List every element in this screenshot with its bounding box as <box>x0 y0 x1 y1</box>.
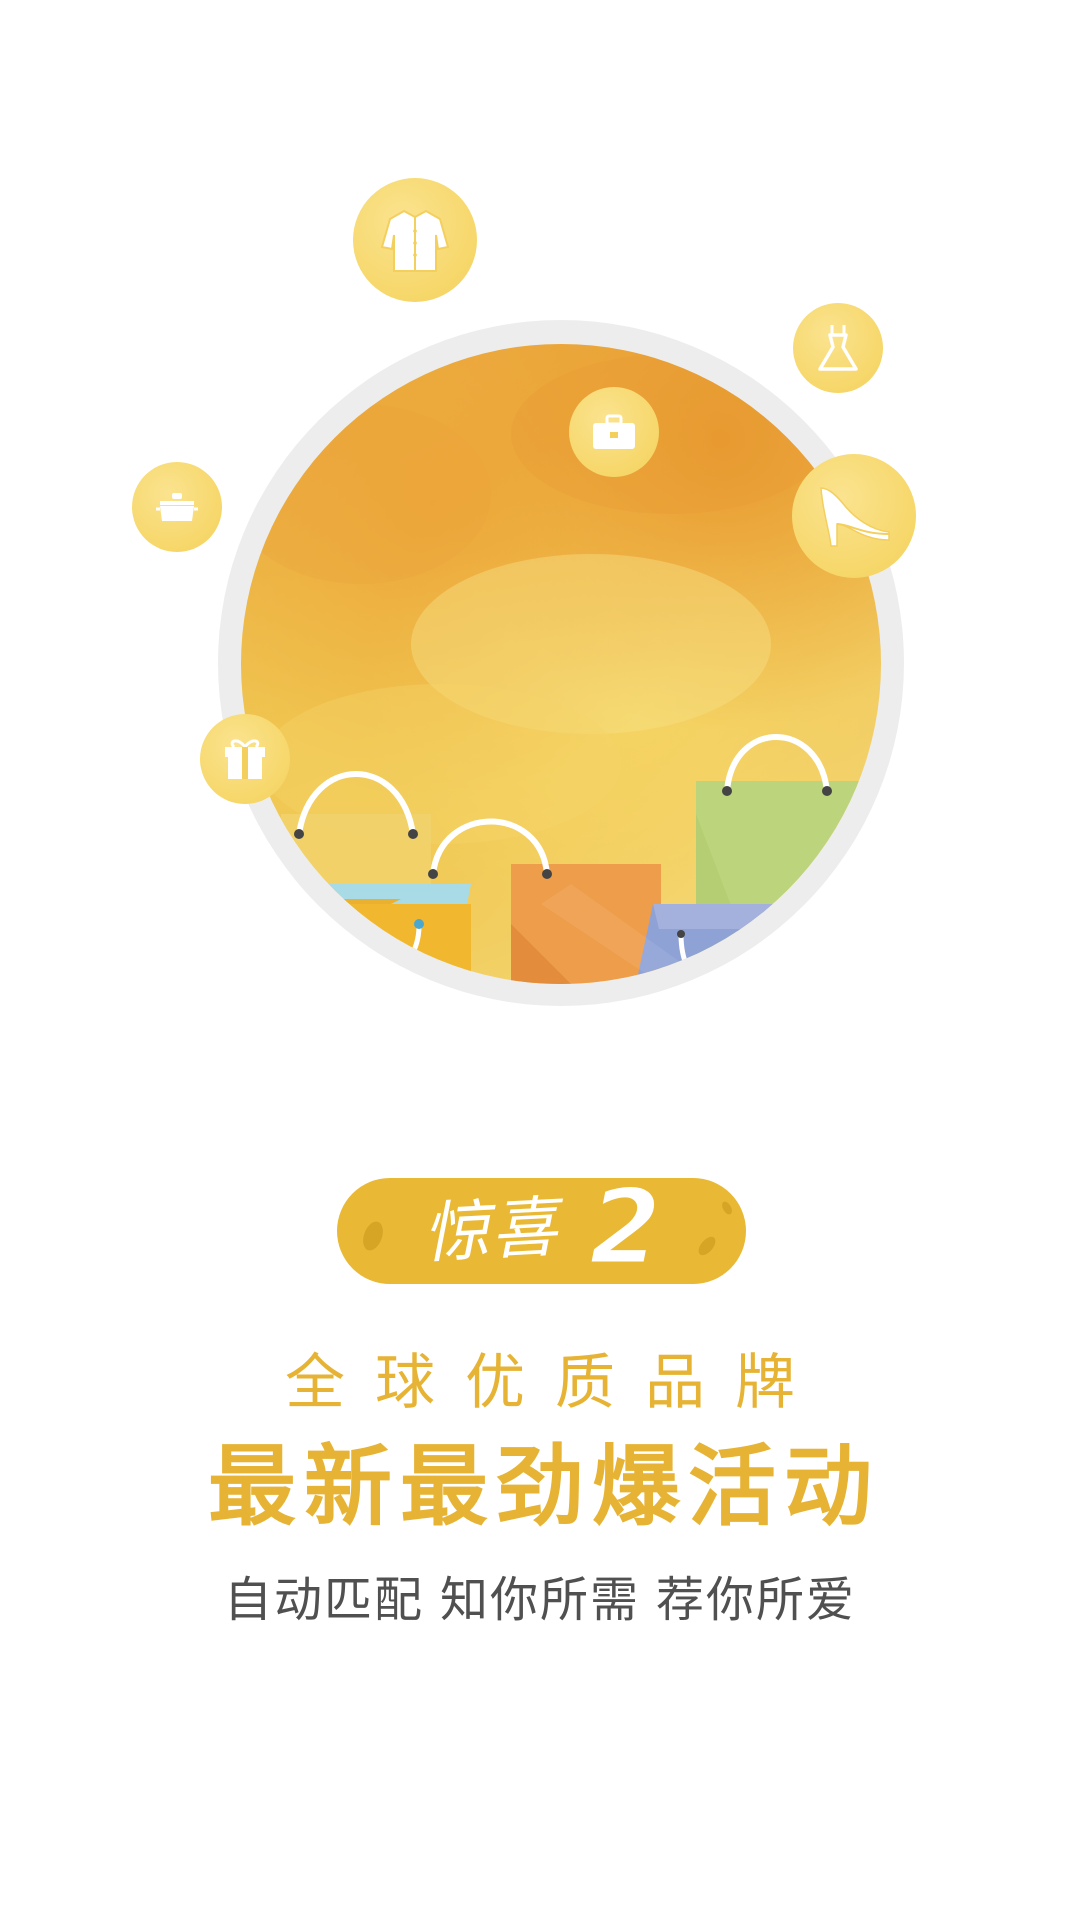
dress-icon <box>793 303 883 393</box>
high-heel-icon <box>792 454 916 578</box>
hero-illustration <box>241 344 881 984</box>
headline-brands: 全球优质品牌 <box>285 1348 825 1418</box>
shopping-bags-illustration <box>241 354 881 984</box>
shirt-icon <box>353 178 477 302</box>
tagline: 自动匹配 知你所需 荐你所爱 <box>0 1570 1080 1630</box>
briefcase-icon <box>569 387 659 477</box>
tagline-part-1: 自动匹配 <box>223 1572 424 1628</box>
splash-screen: 惊喜 2 全球优质品牌 最新最劲爆活动 自动匹配 知你所需 荐你所爱 <box>0 0 1080 1920</box>
pot-icon <box>132 462 222 552</box>
logo-text: 惊喜 <box>421 1188 561 1273</box>
gift-icon <box>200 714 290 804</box>
logo-number: 2 <box>587 1166 662 1288</box>
tagline-part-2: 知你所需 <box>439 1572 640 1628</box>
tagline-part-3: 荐你所爱 <box>656 1572 857 1628</box>
headline-activities: 最新最劲爆活动 <box>207 1435 880 1538</box>
app-logo-badge: 惊喜 2 <box>337 1171 746 1284</box>
